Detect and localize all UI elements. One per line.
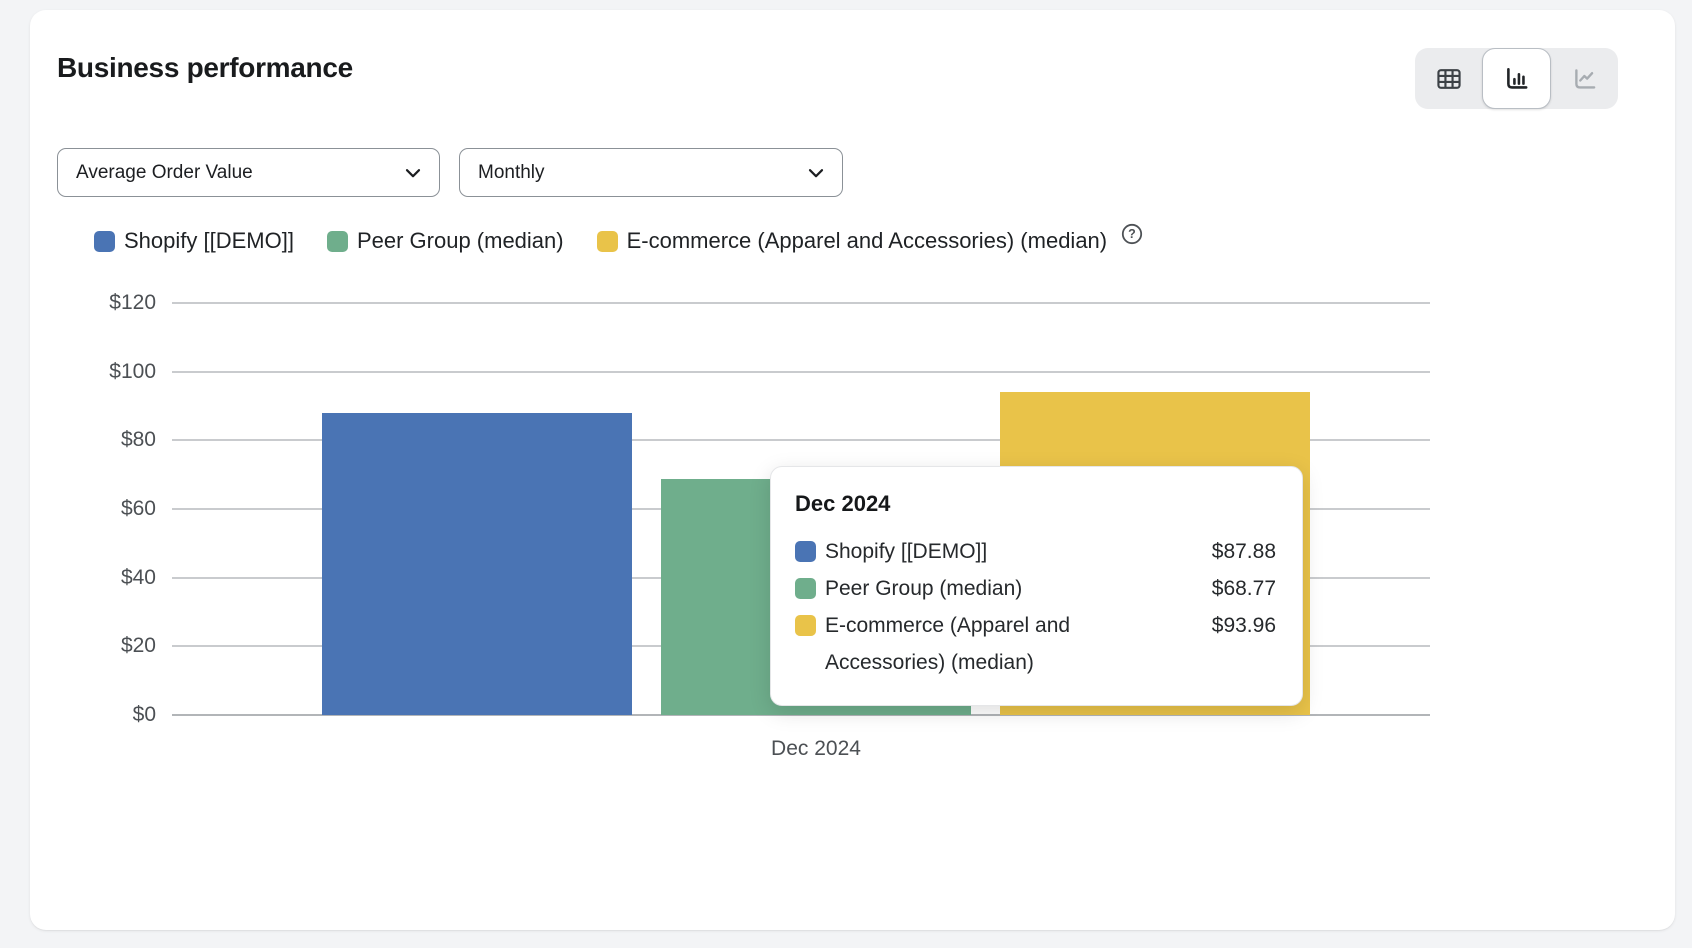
- tooltip-row-label: Shopify [[DEMO]]: [825, 533, 1155, 570]
- tooltip-swatch-peer-group: [795, 578, 816, 599]
- y-tick-label: $60: [121, 497, 156, 521]
- y-tick-label: $100: [109, 360, 156, 384]
- x-axis-label: Dec 2024: [771, 737, 861, 761]
- tooltip-row-value: $68.77: [1212, 570, 1276, 607]
- tooltip-title: Dec 2024: [795, 491, 1276, 517]
- tooltip-swatch-shopify: [795, 541, 816, 562]
- tooltip-row: Peer Group (median) $68.77: [795, 570, 1276, 607]
- tooltip-row-value: $87.88: [1212, 533, 1276, 570]
- y-tick-label: $120: [109, 291, 156, 315]
- tooltip-row: Shopify [[DEMO]] $87.88: [795, 533, 1276, 570]
- chart-tooltip: Dec 2024 Shopify [[DEMO]] $87.88 Peer Gr…: [770, 466, 1303, 706]
- y-tick-label: $0: [133, 703, 156, 727]
- tooltip-row-label: Peer Group (median): [825, 570, 1155, 607]
- y-tick-label: $40: [121, 566, 156, 590]
- tooltip-swatch-ecommerce: [795, 615, 816, 636]
- y-tick-label: $80: [121, 428, 156, 452]
- bar-shopify-demo[interactable]: [322, 413, 632, 715]
- tooltip-row: E-commerce (Apparel and Accessories) (me…: [795, 607, 1276, 681]
- business-performance-card: Business performance: [30, 10, 1675, 930]
- y-tick-label: $20: [121, 634, 156, 658]
- tooltip-row-label: E-commerce (Apparel and Accessories) (me…: [825, 607, 1155, 681]
- page: { "card": { "title": "Business performan…: [0, 0, 1692, 948]
- y-axis-labels: $120$100$80$60$40$20$0: [30, 303, 156, 715]
- tooltip-row-value: $93.96: [1212, 607, 1276, 644]
